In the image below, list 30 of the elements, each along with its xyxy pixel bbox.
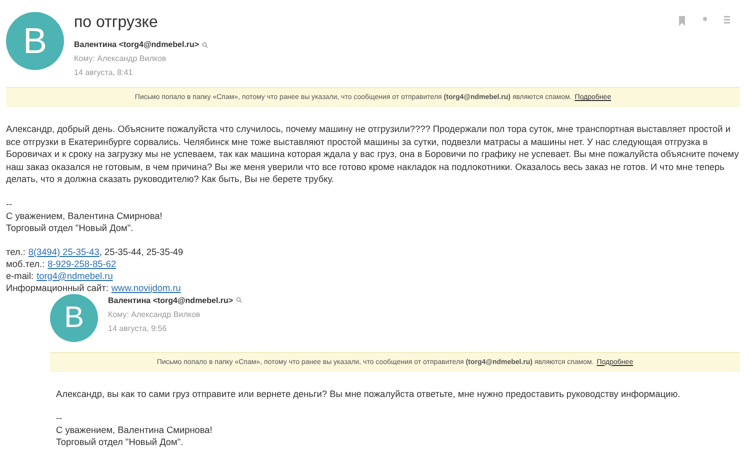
contact-link[interactable]: www.novijdom.ru: [111, 282, 181, 294]
signature-line: С уважением, Валентина Смирнова!: [56, 424, 212, 436]
bookmark-icon[interactable]: [678, 16, 686, 26]
contact-link[interactable]: 8(3494) 25-35-43: [28, 246, 100, 258]
contact-label: Информационный сайт:: [6, 282, 108, 294]
contact-link[interactable]: 8-929-258-85-62: [48, 258, 116, 270]
signature-line: Торговый отдел "Новый Дом".: [56, 436, 184, 448]
signature-line: --: [6, 198, 12, 210]
contact-label: тел.:: [6, 246, 26, 258]
message-text: Александр, вы как то сами груз отправите или вернете деньги? Вы мне пожалуйста ответьте, мне нужно предоставить руководству информацию.: [56, 388, 682, 400]
search-icon[interactable]: [236, 297, 242, 303]
signature-line: С уважением, Валентина Смирнова!: [6, 210, 162, 222]
signature-line: Торговый отдел "Новый Дом".: [6, 222, 134, 234]
recipient-line: Кому: Александр Вилков: [74, 54, 168, 63]
contact-text: , 25-35-44, 25-35-49: [99, 246, 184, 258]
contact-label: e-mail:: [6, 270, 34, 282]
more-icon[interactable]: [724, 16, 730, 24]
recipient-line: Кому: Александр Вилков: [108, 310, 202, 318]
avatar-icon: В: [50, 294, 98, 342]
sender-name[interactable]: Валентина <torg4@ndmebel.ru>: [74, 40, 208, 49]
signature-line: --: [56, 412, 62, 424]
sender-name[interactable]: Валентина <torg4@ndmebel.ru>: [108, 296, 242, 304]
search-icon[interactable]: [202, 42, 208, 48]
avatar-icon: В: [6, 12, 64, 70]
message-date: 14 августа, 8:41: [74, 68, 134, 77]
contact-link[interactable]: torg4@ndmebel.ru: [36, 270, 113, 282]
email-subject: по отгрузке: [74, 14, 159, 32]
message-date: 14 августа, 9:56: [108, 324, 168, 332]
message-text: Александр, добрый день. Объясните пожалуйста что случилось, почему машину не отгрузили???? Продержали пол тора суток, мне транспортная выставляет простой и все отгрузки в Екатеринбурге сорвались. Челябинск мне тоже выставляют простой машины за сутки, подвезли матрасы а машины нет. У нас следующая отгрузка в Боровичах и к сроку на загрузку мы не успеваем, так как машина которая ждала у вас груз, она в Боровичи по графику не успевает. Вы мне пожалуйста объясните почему наш заказ оказался не готовым, в чем причина? Вы же меня уверили что все готово кроме накладок на подлокотники. Оказалось весь заказ не готов. И что мне теперь делать, что я должна сказать руководителю? Как быть, Вы не берете трубку.: [6, 123, 740, 186]
contact-label: моб.тел.:: [6, 258, 45, 270]
